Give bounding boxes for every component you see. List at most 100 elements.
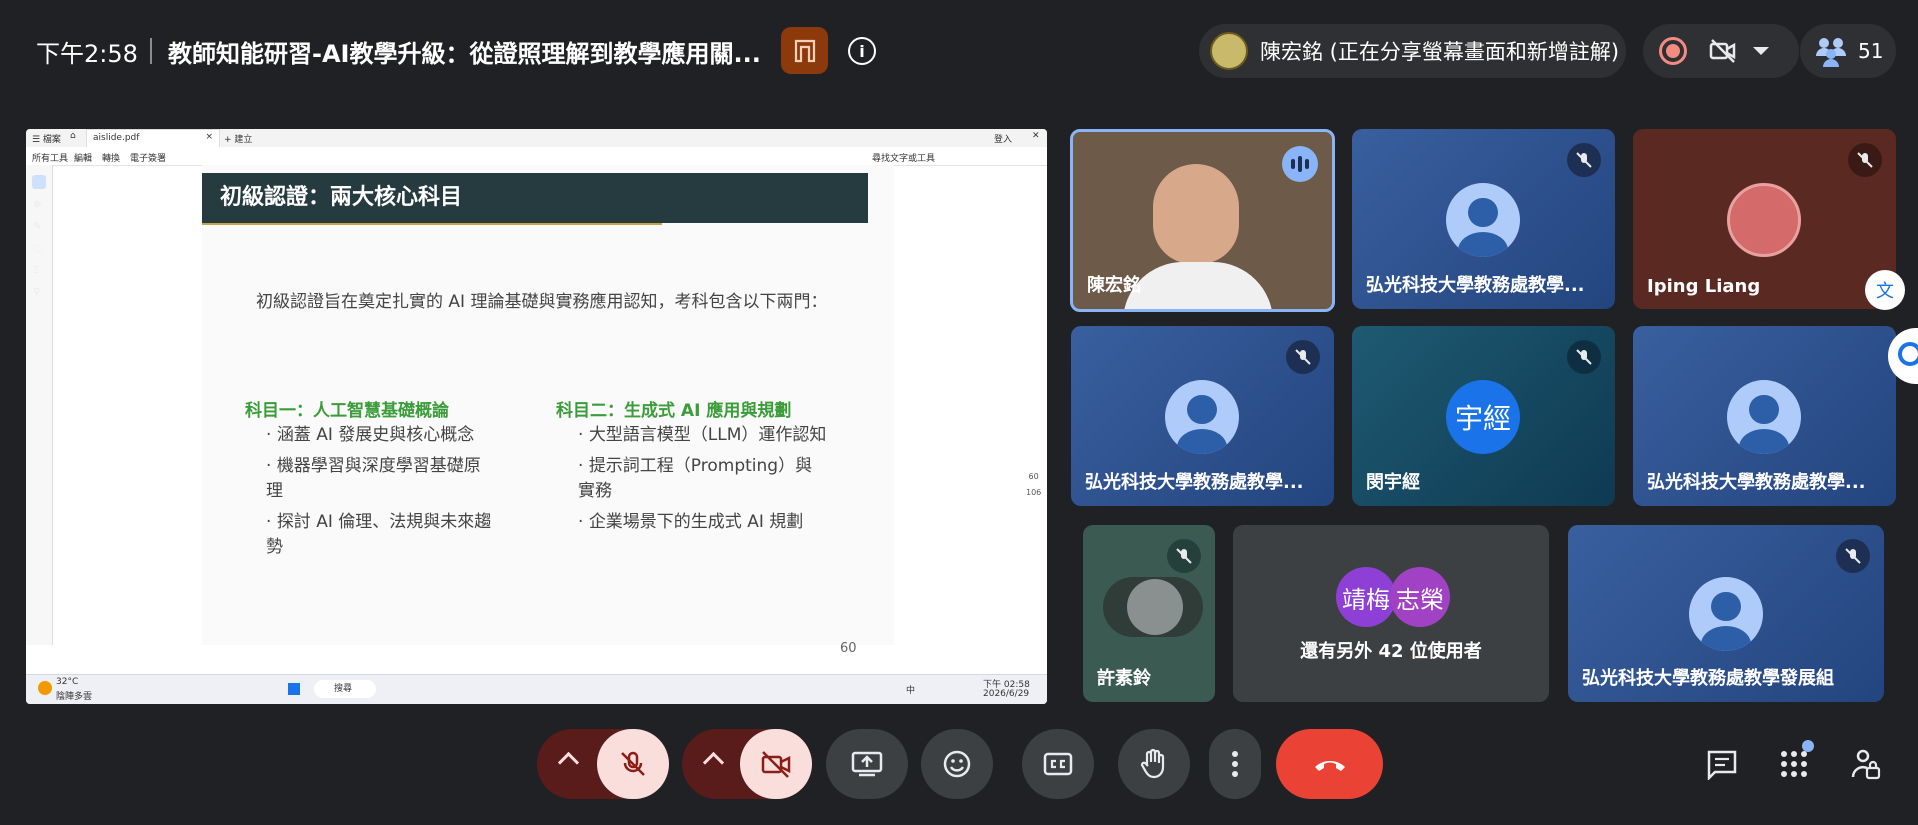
participant-tile[interactable]: 弘光科技大學教務處教學發展組 (1568, 525, 1884, 702)
participants-button[interactable]: 51 (1800, 24, 1896, 78)
sign-in-link[interactable]: 登入 (994, 132, 1012, 145)
avatar (1127, 579, 1183, 635)
presenter-chip[interactable]: 陳宏銘 (正在分享螢幕畫面和新增註解) (1199, 24, 1626, 78)
text-select-icon[interactable]: ⌶ (33, 265, 39, 276)
speaker-video (1153, 164, 1239, 264)
zoom-panel: 60 106 (1026, 469, 1041, 501)
chevron-up-icon[interactable] (702, 751, 725, 774)
host-controls-lock-icon[interactable] (1846, 744, 1886, 784)
speaking-indicator-icon (1282, 146, 1318, 182)
mic-off-icon (1567, 340, 1601, 374)
participant-tile-speaker[interactable]: 陳宏銘 (1070, 129, 1335, 312)
camera-off-icon[interactable] (1707, 35, 1739, 67)
participant-name: 許素鈴 (1097, 668, 1151, 689)
hand-tool-icon[interactable] (32, 175, 46, 189)
title-divider (150, 38, 152, 64)
recording-icon[interactable] (1659, 37, 1687, 65)
initials-avatar: 志榮 (1390, 567, 1450, 627)
mic-off-icon (1836, 539, 1870, 573)
participant-name: 陳宏銘 (1087, 275, 1141, 296)
subject1-list: · 涵蓋 AI 發展史與核心概念 · 機器學習與深度學習基礎原理 · 探討 AI… (266, 423, 496, 560)
participant-tile[interactable]: 許素鈴 (1083, 525, 1215, 702)
meeting-info-icon[interactable]: i (848, 37, 876, 65)
lasso-tool-icon[interactable]: ◌ (33, 243, 42, 254)
weather-icon (38, 681, 52, 695)
windows-start-icon[interactable] (288, 683, 300, 695)
zoom-value: 106 (1026, 488, 1042, 497)
speaker-shirt (1123, 262, 1273, 309)
menu-convert[interactable]: 轉換 (102, 151, 120, 164)
captions-icon (1043, 752, 1073, 776)
camera-off-icon (761, 751, 791, 778)
participant-tile[interactable]: Iping Liang (1633, 129, 1896, 309)
list-item: · 探討 AI 倫理、法規與未來趨勢 (266, 512, 492, 557)
more-options-button[interactable] (1209, 729, 1261, 799)
chevron-up-icon[interactable] (557, 751, 580, 774)
mic-off-icon (621, 751, 645, 776)
list-item: · 涵蓋 AI 發展史與核心概念 (266, 425, 475, 445)
new-tab-icon[interactable]: + 建立 (224, 132, 252, 145)
leave-call-button[interactable] (1276, 729, 1383, 799)
more-vert-icon (1232, 751, 1238, 777)
zoom-tool-icon[interactable]: ⊕ (33, 199, 41, 210)
avatar (1689, 577, 1763, 651)
present-screen-button[interactable] (826, 729, 908, 799)
menu-e-sign[interactable]: 電子簽署 (130, 151, 166, 164)
stamp-tool-icon[interactable]: ⚲ (33, 287, 40, 298)
pen-tool-icon[interactable]: ✎ (33, 221, 41, 232)
participant-tile[interactable]: 弘光科技大學教務處教學... (1071, 326, 1334, 506)
participant-name: 弘光科技大學教務處教學... (1085, 472, 1304, 493)
chat-icon[interactable] (1702, 744, 1742, 784)
mic-toggle-button[interactable] (597, 729, 669, 799)
participant-tile[interactable]: 弘光科技大學教務處教學... (1352, 129, 1615, 309)
window-close-icon[interactable]: ✕ (1032, 131, 1040, 141)
shared-screen: ☰ 檔案 ⌂ aislide.pdf × + 建立 登入 ✕ 所有工具 編輯 轉… (26, 129, 1047, 704)
subject2-title: 科目二：生成式 AI 應用與規劃 (556, 401, 792, 421)
translate-icon[interactable]: 文 (1865, 270, 1905, 310)
participant-name: 閔宇經 (1366, 472, 1420, 493)
captions-button[interactable] (1022, 729, 1094, 799)
recording-controls[interactable] (1643, 24, 1799, 78)
menu-icon[interactable]: ☰ 檔案 (32, 132, 61, 145)
subject1-title: 科目一：人工智慧基礎概論 (245, 401, 449, 421)
find-text-tool[interactable]: 尋找文字或工具 (872, 151, 935, 164)
initials-avatar: 宇經 (1446, 380, 1520, 454)
pdf-viewer-titlebar: ☰ 檔案 ⌂ aislide.pdf × + 建立 登入 ✕ (26, 129, 1047, 148)
mic-off-icon (1567, 143, 1601, 177)
participant-tile[interactable]: 弘光科技大學教務處教學... (1633, 326, 1896, 506)
ime-indicator[interactable]: 中 (906, 683, 915, 696)
notification-dot (1802, 740, 1814, 752)
home-icon[interactable]: ⌂ (70, 131, 76, 141)
participant-name: 弘光科技大學教務處教學發展組 (1582, 668, 1834, 689)
menu-edit[interactable]: 編輯 (74, 151, 92, 164)
pdf-tab-label: aislide.pdf (93, 133, 140, 143)
meeting-time: 下午2:58 (36, 40, 138, 68)
pdf-tab[interactable]: aislide.pdf × (86, 129, 220, 148)
host-controls-icon[interactable] (781, 27, 828, 74)
slide-title: 初級認證：兩大核心科目 (220, 185, 463, 210)
taskbar-search[interactable]: 搜尋 (314, 680, 376, 698)
slide-title-underline (202, 223, 662, 225)
tab-close-icon[interactable]: × (205, 132, 213, 142)
present-screen-icon (851, 751, 883, 777)
subject2-list: · 大型語言模型（LLM）運作認知 · 提示詞工程（Prompting）與實務 … (578, 423, 828, 535)
presenter-avatar (1210, 32, 1248, 70)
menu-all-tools[interactable]: 所有工具 (32, 151, 68, 164)
more-participants-tile[interactable]: 靖梅 志榮 還有另外 42 位使用者 (1233, 525, 1549, 702)
audio-controls (537, 729, 669, 799)
mic-off-icon (1848, 143, 1882, 177)
reactions-button[interactable] (921, 729, 993, 799)
slide-intro: 初級認證旨在奠定扎實的 AI 理論基礎與實務應用認知，考科包含以下兩門： (256, 292, 828, 312)
participant-tile[interactable]: 宇經 閔宇經 (1352, 326, 1615, 506)
chevron-down-icon[interactable] (1753, 47, 1769, 55)
camera-toggle-button[interactable] (740, 729, 812, 799)
activities-icon[interactable] (1774, 740, 1814, 784)
participant-count: 51 (1858, 39, 1884, 63)
avatar (1165, 380, 1239, 454)
initials-avatar: 靖梅 (1336, 567, 1396, 627)
raise-hand-button[interactable] (1118, 729, 1190, 799)
list-item: · 機器學習與深度學習基礎原理 (266, 456, 481, 501)
people-icon (1814, 34, 1848, 68)
list-item: · 大型語言模型（LLM）運作認知 (578, 425, 827, 445)
participant-name: Iping Liang (1647, 276, 1761, 297)
